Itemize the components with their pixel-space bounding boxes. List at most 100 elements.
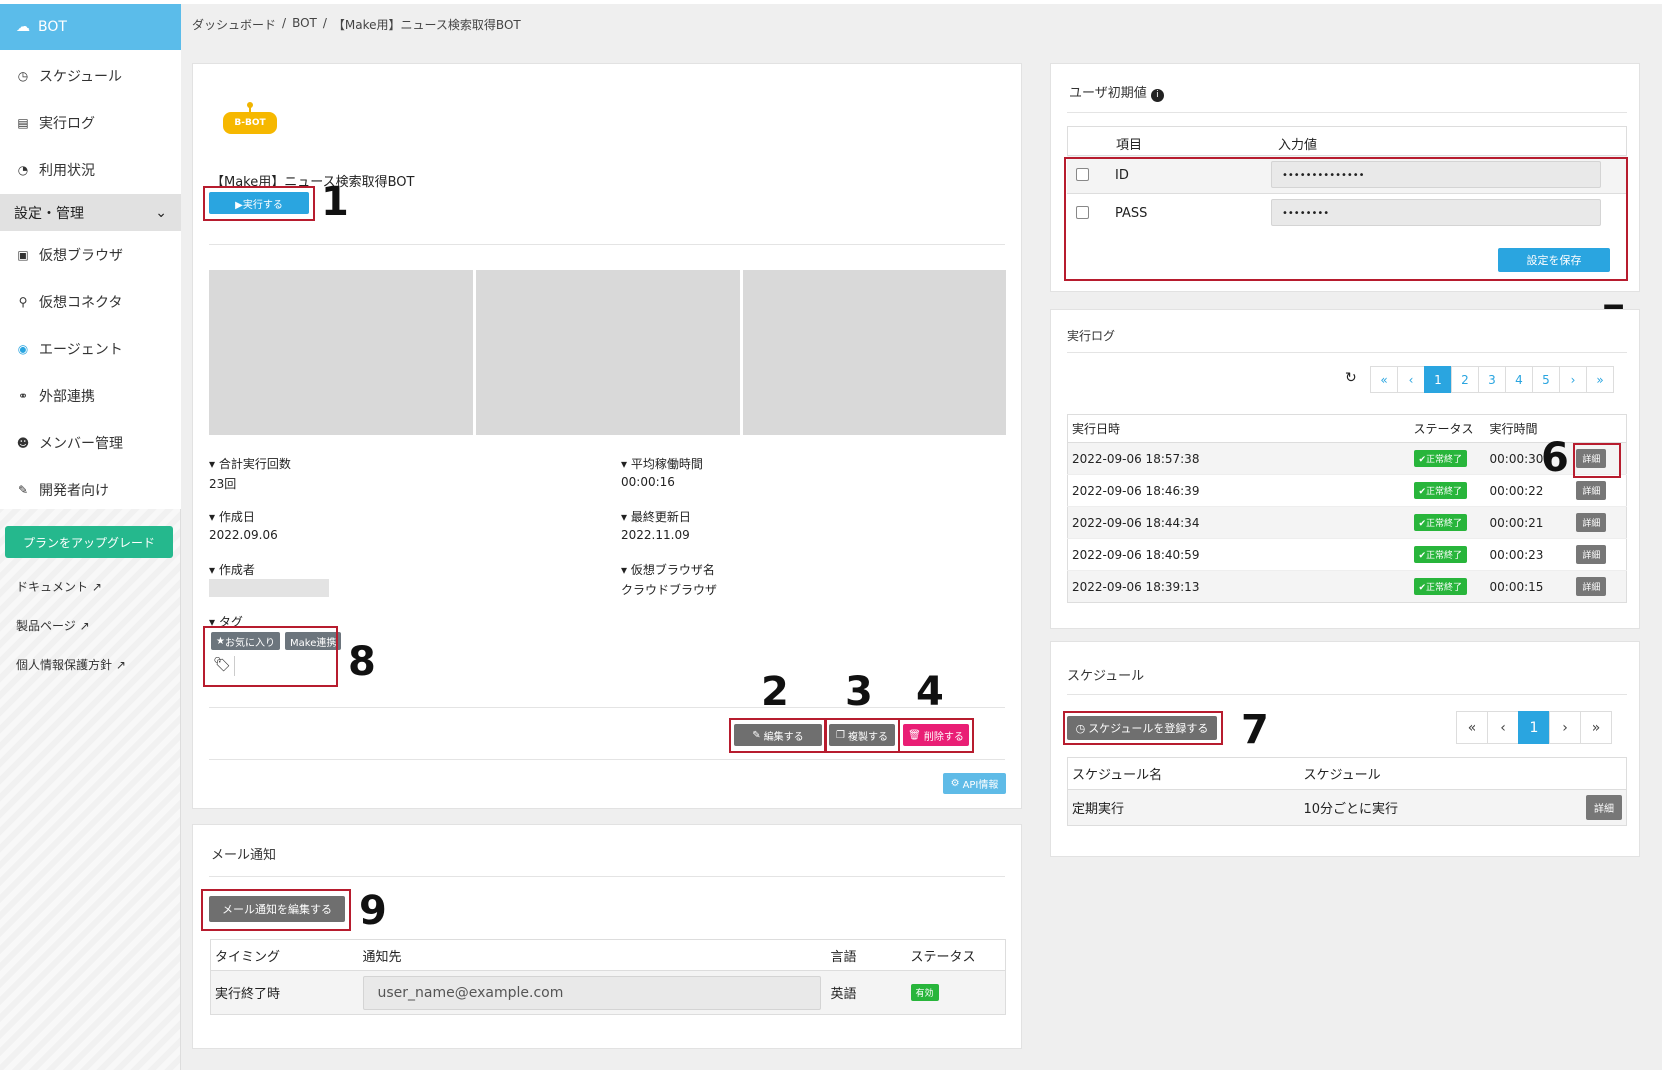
browser-value: クラウドブラウザ [621, 583, 718, 597]
highlight-box-8 [203, 626, 338, 687]
page-5[interactable]: 5 [1532, 366, 1560, 393]
highlight-box-5 [1064, 157, 1628, 281]
breadcrumb-dashboard[interactable]: ダッシュボード [192, 16, 276, 33]
browser-icon: ▣ [17, 248, 29, 262]
marker-8: 8 [348, 639, 376, 685]
detail-button[interactable]: 詳細 [1576, 545, 1607, 564]
sidebar-item-schedule[interactable]: ◷ スケジュール [0, 56, 181, 96]
sidebar-item-log[interactable]: ▤ 実行ログ [0, 103, 181, 143]
robot-icon: ☁ [16, 19, 30, 35]
link-product[interactable]: 製品ページ ↗ [16, 617, 90, 634]
api-info-button[interactable]: ⚙ API情報 [943, 773, 1006, 794]
file-icon: ▤ [17, 116, 29, 130]
mail-title: メール通知 [211, 848, 277, 863]
screenshot-thumbnail[interactable] [209, 270, 473, 435]
status-badge: ✔正常終了 [1413, 514, 1468, 531]
bot-logo: B-BOT [223, 102, 277, 136]
avg-time-label: ▾ 平均稼働時間 [621, 457, 703, 471]
chevron-down-icon: ⌄ [155, 204, 167, 221]
log-pagination: « ‹ 1 2 3 4 5 › » [1370, 366, 1614, 393]
page-2[interactable]: 2 [1451, 366, 1479, 393]
link-document[interactable]: ドキュメント ↗ [16, 578, 102, 595]
sidebar-item-browser[interactable]: ▣ 仮想ブラウザ [0, 235, 181, 275]
author-redacted [209, 579, 329, 597]
status-badge: ✔正常終了 [1413, 482, 1468, 499]
status-badge: ✔正常終了 [1413, 546, 1468, 563]
link-privacy[interactable]: 個人情報保護方針 ↗ [16, 656, 126, 673]
page-last[interactable]: » [1586, 366, 1614, 393]
schedule-title: スケジュール [1067, 669, 1145, 684]
page-1[interactable]: 1 [1424, 366, 1452, 393]
mail-table: タイミング 通知先 言語 ステータス 実行終了時 user_name@examp… [210, 939, 1006, 1015]
highlight-box-3 [824, 718, 900, 753]
page-first[interactable]: « [1456, 711, 1488, 744]
status-badge: 有効 [910, 984, 939, 1001]
table-row: 2022-09-06 18:40:59 ✔正常終了 00:00:23 詳細 [1067, 539, 1627, 571]
status-badge: ✔正常終了 [1413, 450, 1468, 467]
page-prev[interactable]: ‹ [1397, 366, 1425, 393]
bot-card: B-BOT 【Make用】ニュース検索取得BOT ▶実行する 1 ▾ 合計実行回… [192, 63, 1022, 809]
total-runs-value: 23回 [209, 477, 237, 491]
upgrade-plan-button[interactable]: プランをアップグレード [5, 526, 173, 558]
highlight-box-2 [729, 718, 827, 753]
user-init-card: ユーザ初期値 i 項目 入力値 ID •••••••••••••• PASS •… [1050, 63, 1640, 292]
schedule-pagination: « ‹ 1 › » [1456, 711, 1612, 744]
gears-icon: ⚙ [950, 778, 960, 789]
highlight-box-1 [203, 186, 315, 221]
sidebar-item-agent[interactable]: ◉ エージェント [0, 329, 181, 369]
highlight-box-6 [1573, 443, 1621, 478]
marker-1: 1 [321, 179, 349, 225]
external-link-icon: ↗ [115, 658, 126, 672]
sidebar-item-members[interactable]: ☻ メンバー管理 [0, 423, 181, 463]
page-first[interactable]: « [1370, 366, 1398, 393]
sidebar-item-usage[interactable]: ◔ 利用状況 [0, 150, 181, 190]
screenshot-thumbnail[interactable] [476, 270, 740, 435]
sidebar-item-developer[interactable]: ✎ 開発者向け [0, 470, 181, 510]
breadcrumb-bot[interactable]: BOT [292, 16, 317, 33]
marker-6: 6 [1541, 435, 1569, 481]
detail-button[interactable]: 詳細 [1576, 577, 1607, 596]
highlight-box-7 [1063, 711, 1223, 745]
detail-button[interactable]: 詳細 [1586, 795, 1622, 820]
agent-icon: ◉ [17, 342, 29, 356]
app-frame: ☁ BOT ◷ スケジュール ▤ 実行ログ ◔ 利用状況 設定・管理 ⌄ ▣ 仮想ブラウザ … [0, 4, 1662, 1070]
sidebar-group-settings[interactable]: 設定・管理 ⌄ [0, 194, 181, 231]
marker-3: 3 [845, 669, 873, 715]
page-next[interactable]: › [1559, 366, 1587, 393]
wrench-icon: ✎ [17, 483, 29, 497]
refresh-icon[interactable]: ↻ [1345, 370, 1357, 386]
total-runs-label: ▾ 合計実行回数 [209, 457, 291, 471]
screenshot-thumbnail[interactable] [743, 270, 1006, 435]
breadcrumb-current: 【Make用】ニュース検索取得BOT [332, 18, 521, 32]
table-row: 2022-09-06 18:39:13 ✔正常終了 00:00:15 詳細 [1067, 570, 1627, 603]
external-link-icon: ↗ [91, 580, 102, 594]
marker-7: 7 [1241, 707, 1269, 753]
page-4[interactable]: 4 [1505, 366, 1533, 393]
schedule-table: スケジュール名 スケジュール 定期実行 10分ごとに実行 詳細 [1067, 757, 1627, 826]
users-icon: ☻ [16, 436, 30, 450]
user-init-title: ユーザ初期値 i [1069, 82, 1164, 102]
updated-label: ▾ 最終更新日 [621, 510, 691, 524]
page-last[interactable]: » [1580, 711, 1612, 744]
page-1[interactable]: 1 [1518, 711, 1550, 744]
sidebar-item-bot[interactable]: ☁ BOT [0, 4, 181, 50]
clock-icon: ◷ [17, 69, 29, 83]
page-3[interactable]: 3 [1478, 366, 1506, 393]
log-card: 実行ログ ↻ « ‹ 1 2 3 4 5 › » 実行日時 ステータス 実行時間 2… [1050, 309, 1640, 629]
marker-2: 2 [761, 669, 789, 715]
detail-button[interactable]: 詳細 [1576, 481, 1607, 500]
sidebar-item-external[interactable]: ⚭ 外部連携 [0, 376, 181, 416]
table-row: 定期実行 10分ごとに実行 詳細 [1067, 789, 1627, 826]
link-icon: ⚭ [17, 389, 29, 403]
highlight-box-4 [898, 718, 974, 753]
mail-to-field: user_name@example.com [362, 975, 821, 1010]
page-next[interactable]: › [1549, 711, 1581, 744]
pie-chart-icon: ◔ [17, 163, 29, 177]
sidebar-item-connector[interactable]: ⚲ 仮想コネクタ [0, 282, 181, 322]
detail-button[interactable]: 詳細 [1576, 513, 1607, 532]
browser-label: ▾ 仮想ブラウザ名 [621, 563, 715, 577]
page-prev[interactable]: ‹ [1487, 711, 1519, 744]
highlight-box-9 [201, 889, 351, 931]
info-icon: i [1150, 89, 1164, 102]
table-row: 2022-09-06 18:44:34 ✔正常終了 00:00:21 詳細 [1067, 506, 1627, 539]
